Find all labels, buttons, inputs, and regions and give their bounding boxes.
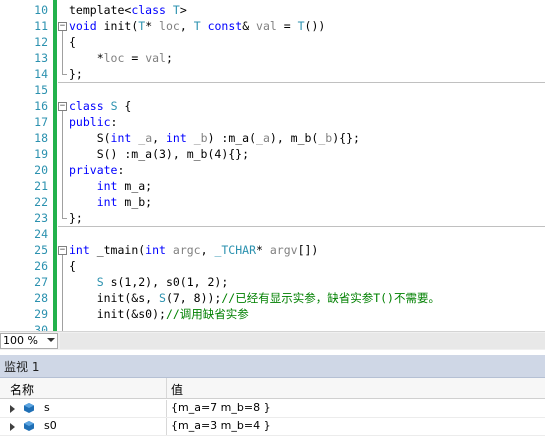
code-text[interactable]: void init(T* loc, T const& val = T()) bbox=[69, 18, 325, 34]
code-text[interactable]: public: bbox=[69, 114, 117, 130]
block-separator bbox=[58, 82, 545, 83]
code-line[interactable]: 13 *loc = val; bbox=[0, 50, 545, 66]
name-column-header[interactable]: 名称 bbox=[10, 381, 34, 398]
code-line[interactable]: 14}; bbox=[0, 66, 545, 82]
code-line[interactable]: 25 int _tmain(int argc, _TCHAR* argv[]) bbox=[0, 242, 545, 258]
code-line[interactable]: 17 public: bbox=[0, 114, 545, 130]
watch-row[interactable]: s {m_a=7 m_b=8 } bbox=[0, 400, 545, 418]
line-number: 15 bbox=[34, 83, 48, 97]
column-divider bbox=[166, 400, 167, 417]
line-number: 30 bbox=[34, 323, 48, 331]
code-line[interactable]: 15 bbox=[0, 82, 545, 98]
code-text[interactable]: }; bbox=[69, 210, 83, 226]
code-line[interactable]: 18 S(int _a, int _b) :m_a(_a), m_b(_b){}… bbox=[0, 130, 545, 146]
line-number: 26 bbox=[34, 259, 48, 273]
code-text[interactable]: template<class T> bbox=[69, 2, 187, 18]
outline-end bbox=[62, 74, 67, 75]
code-line[interactable]: 24 bbox=[0, 226, 545, 242]
outline-line bbox=[62, 31, 63, 74]
code-text[interactable]: int m_a; bbox=[69, 178, 152, 194]
collapse-toggle-icon[interactable]: − bbox=[58, 102, 67, 111]
watch-var-name: s0 bbox=[44, 419, 57, 432]
code-line[interactable]: 23}; bbox=[0, 210, 545, 226]
zoom-value: 100 % bbox=[3, 334, 38, 347]
code-text[interactable]: S(int _a, int _b) :m_a(_a), m_b(_b){}; bbox=[69, 130, 360, 146]
code-text[interactable]: S() :m_a(3), m_b(4){}; bbox=[69, 146, 249, 162]
line-number: 27 bbox=[34, 275, 48, 289]
chevron-down-icon[interactable] bbox=[47, 338, 55, 342]
code-line[interactable]: 19 S() :m_a(3), m_b(4){}; bbox=[0, 146, 545, 162]
code-text[interactable]: S s(1,2), s0(1, 2); bbox=[69, 274, 229, 290]
collapse-toggle-icon[interactable]: − bbox=[58, 246, 67, 255]
line-number: 11 bbox=[34, 19, 48, 33]
line-number: 24 bbox=[34, 227, 48, 241]
code-text[interactable]: init(&s, S(7, 8));//已经有显示实参，缺省实参T()不需要。 bbox=[69, 290, 440, 306]
horizontal-scrollbar[interactable] bbox=[60, 333, 545, 349]
code-line[interactable]: 11 void init(T* loc, T const& val = T()) bbox=[0, 18, 545, 34]
watch-window-title[interactable]: 监视 1 bbox=[0, 355, 545, 378]
line-number: 29 bbox=[34, 307, 48, 321]
code-line[interactable]: 21 int m_a; bbox=[0, 178, 545, 194]
watch-var-name: s bbox=[44, 401, 50, 414]
code-line[interactable]: 22 int m_b; bbox=[0, 194, 545, 210]
expand-arrow-icon[interactable] bbox=[10, 423, 15, 431]
watch-column-header: 名称 值 bbox=[0, 378, 545, 399]
code-text[interactable]: init(&s0);//调用缺省实参 bbox=[69, 306, 249, 322]
collapse-toggle-icon[interactable]: − bbox=[58, 22, 67, 31]
block-separator bbox=[58, 226, 545, 227]
line-number: 12 bbox=[34, 35, 48, 49]
zoom-combobox[interactable]: 100 % bbox=[0, 333, 58, 349]
code-line[interactable]: 28 init(&s, S(7, 8));//已经有显示实参，缺省实参T()不需… bbox=[0, 290, 545, 306]
code-line[interactable]: 10 template<class T> bbox=[0, 2, 545, 18]
code-text[interactable]: { bbox=[69, 34, 76, 50]
line-number: 20 bbox=[34, 163, 48, 177]
line-number: 23 bbox=[34, 211, 48, 225]
line-number: 16 bbox=[34, 99, 48, 113]
outline-line bbox=[62, 255, 63, 331]
column-divider bbox=[166, 418, 167, 435]
code-line[interactable]: 26 { bbox=[0, 258, 545, 274]
variable-icon bbox=[24, 421, 34, 431]
watch-var-value: {m_a=7 m_b=8 } bbox=[171, 401, 271, 414]
line-number: 10 bbox=[34, 3, 48, 17]
code-line[interactable]: 30 bbox=[0, 322, 545, 331]
expand-arrow-icon[interactable] bbox=[10, 405, 15, 413]
column-divider[interactable] bbox=[166, 378, 167, 398]
editor-footer: 100 % bbox=[0, 331, 545, 350]
code-line[interactable]: 20 private: bbox=[0, 162, 545, 178]
code-text[interactable]: }; bbox=[69, 66, 83, 82]
line-number: 13 bbox=[34, 51, 48, 65]
line-number: 14 bbox=[34, 67, 48, 81]
line-number: 28 bbox=[34, 291, 48, 305]
code-editor[interactable]: 10 template<class T> 11 void init(T* loc, T… bbox=[0, 0, 545, 331]
code-line[interactable]: 12 { bbox=[0, 34, 545, 50]
watch-var-value: {m_a=3 m_b=4 } bbox=[171, 419, 271, 432]
outline-end bbox=[62, 218, 67, 219]
code-line[interactable]: 27 S s(1,2), s0(1, 2); bbox=[0, 274, 545, 290]
watch-title-label: 监视 1 bbox=[4, 360, 40, 374]
code-text[interactable]: int _tmain(int argc, _TCHAR* argv[]) bbox=[69, 242, 318, 258]
code-text[interactable]: { bbox=[69, 258, 76, 274]
line-number: 21 bbox=[34, 179, 48, 193]
line-number: 25 bbox=[34, 243, 48, 257]
outline-line bbox=[62, 111, 63, 218]
line-number: 18 bbox=[34, 131, 48, 145]
code-text[interactable]: int m_b; bbox=[69, 194, 152, 210]
code-text[interactable]: *loc = val; bbox=[69, 50, 173, 66]
line-number: 17 bbox=[34, 115, 48, 129]
line-number: 22 bbox=[34, 195, 48, 209]
code-text[interactable]: private: bbox=[69, 162, 124, 178]
variable-icon bbox=[24, 403, 34, 413]
line-number: 19 bbox=[34, 147, 48, 161]
code-line[interactable]: 16 class S { bbox=[0, 98, 545, 114]
value-column-header[interactable]: 值 bbox=[171, 381, 183, 398]
code-text[interactable]: class S { bbox=[69, 98, 131, 114]
watch-row[interactable]: s0 {m_a=3 m_b=4 } bbox=[0, 418, 545, 436]
code-line[interactable]: 29 init(&s0);//调用缺省实参 bbox=[0, 306, 545, 322]
